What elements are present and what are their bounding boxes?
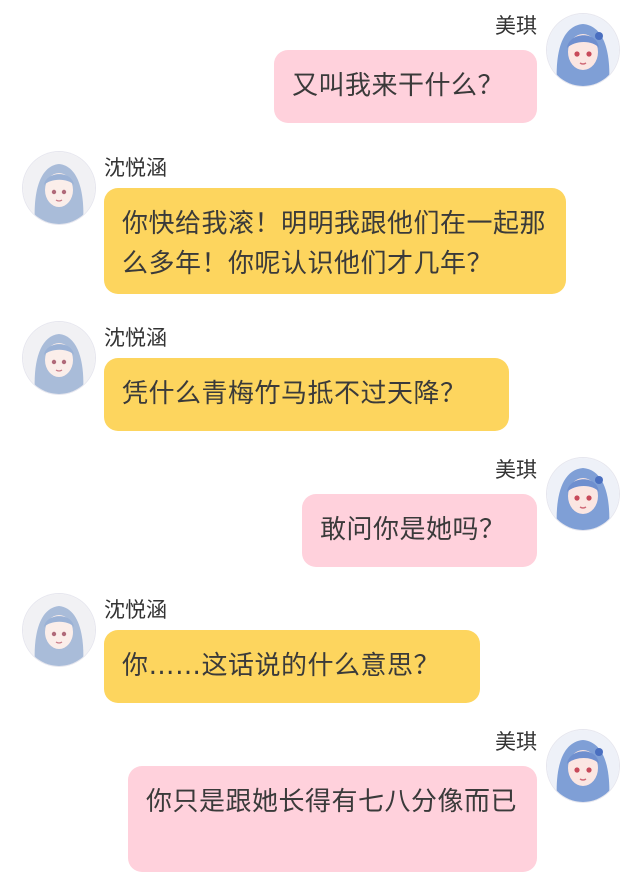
message-bubble[interactable]: 你……这话说的什么意思？ — [104, 630, 480, 703]
sender-name: 美琪 — [495, 458, 537, 482]
avatar[interactable] — [547, 458, 619, 530]
anime-girl-avatar-meiqi-icon — [547, 14, 619, 86]
message-bubble[interactable]: 凭什么青梅竹马抵不过天降？ — [104, 358, 509, 431]
avatar[interactable] — [547, 14, 619, 86]
sender-name: 美琪 — [495, 14, 537, 38]
message-bubble[interactable]: 你快给我滚！明明我跟他们在一起那么多年！你呢认识他们才几年？ — [104, 188, 566, 294]
message-bubble[interactable]: 你只是跟她长得有七八分像而已 — [128, 766, 537, 872]
avatar[interactable] — [23, 594, 95, 666]
avatar[interactable] — [23, 152, 95, 224]
avatar[interactable] — [23, 322, 95, 394]
sender-name: 沈悦涵 — [104, 598, 167, 622]
message-bubble[interactable]: 敢问你是她吗？ — [302, 494, 537, 567]
avatar[interactable] — [547, 730, 619, 802]
message-bubble[interactable]: 又叫我来干什么？ — [274, 50, 537, 123]
anime-girl-avatar-shenyuehan-icon — [23, 322, 95, 394]
sender-name: 沈悦涵 — [104, 156, 167, 180]
anime-girl-avatar-meiqi-icon — [547, 730, 619, 802]
sender-name: 沈悦涵 — [104, 326, 167, 350]
sender-name: 美琪 — [495, 730, 537, 754]
anime-girl-avatar-meiqi-icon — [547, 458, 619, 530]
anime-girl-avatar-shenyuehan-icon — [23, 152, 95, 224]
anime-girl-avatar-shenyuehan-icon — [23, 594, 95, 666]
